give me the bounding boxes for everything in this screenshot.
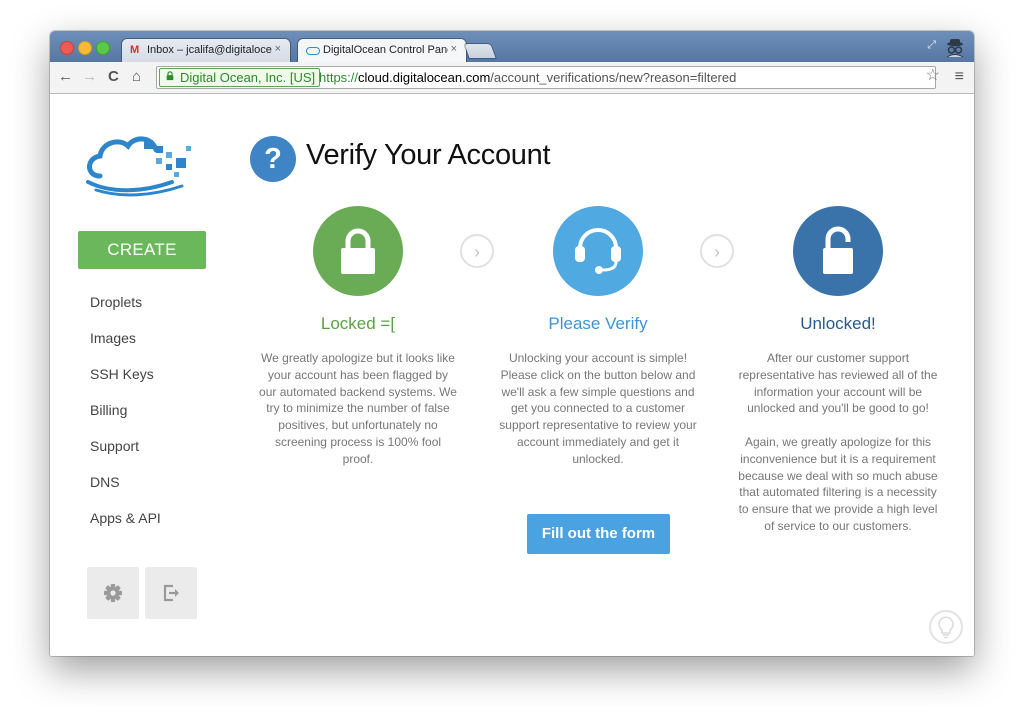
step-description: We greatly apologize but it looks like y… xyxy=(258,350,458,468)
tab-inbox[interactable]: M Inbox – jcalifa@digitalocean × xyxy=(122,39,290,62)
ev-organization-label: Digital Ocean, Inc. [US] xyxy=(180,70,316,85)
step-description: After our customer support representativ… xyxy=(738,350,938,535)
incognito-icon xyxy=(946,39,964,58)
home-icon[interactable]: ⌂ xyxy=(132,68,141,86)
question-icon: ? xyxy=(250,136,296,182)
url-host: cloud.digitalocean.com xyxy=(358,70,491,85)
page-title: Verify Your Account xyxy=(306,139,551,171)
window-minimize-button[interactable] xyxy=(78,41,92,55)
tab-close-icon[interactable]: × xyxy=(451,43,457,55)
sidebar-nav: Droplets Images SSH Keys Billing Support… xyxy=(90,294,161,546)
sidebar-item-billing[interactable]: Billing xyxy=(90,402,161,438)
new-tab-button[interactable] xyxy=(464,44,496,58)
sidebar-item-ssh-keys[interactable]: SSH Keys xyxy=(90,366,161,402)
verify-circle xyxy=(553,206,643,296)
fullscreen-icon[interactable]: ⤢ xyxy=(927,39,936,52)
tips-button[interactable] xyxy=(929,610,963,644)
step-locked: Locked =[ We greatly apologize but it lo… xyxy=(258,206,458,484)
gmail-icon: M xyxy=(130,44,140,56)
sidebar-item-images[interactable]: Images xyxy=(90,330,161,366)
tab-close-icon[interactable]: × xyxy=(275,43,281,55)
create-button[interactable]: CREATE xyxy=(78,231,206,269)
ev-certificate-badge[interactable]: Digital Ocean, Inc. [US] xyxy=(159,68,321,87)
url-text[interactable]: https://cloud.digitalocean.com/account_v… xyxy=(319,68,736,87)
digitalocean-cloud-icon xyxy=(306,47,320,55)
lightbulb-icon xyxy=(938,616,954,639)
url-scheme: https:// xyxy=(319,70,359,85)
locked-circle xyxy=(313,206,403,296)
tab-strip: M Inbox – jcalifa@digitalocean × Digital… xyxy=(50,31,974,62)
unlocked-circle xyxy=(793,206,883,296)
logout-button[interactable] xyxy=(145,567,197,619)
step-paragraph: Unlocking your account is simple! Please… xyxy=(499,351,697,466)
digitalocean-logo[interactable] xyxy=(82,128,202,198)
sidebar-item-dns[interactable]: DNS xyxy=(90,474,161,510)
chevron-right-icon: › xyxy=(460,234,494,268)
window-zoom-button[interactable] xyxy=(96,41,110,55)
address-bar[interactable]: Digital Ocean, Inc. [US] https://cloud.d… xyxy=(156,66,936,89)
tab-digitalocean-control-panel[interactable]: DigitalOcean Control Panel × xyxy=(298,39,466,62)
reload-icon[interactable]: C xyxy=(108,68,119,86)
gear-icon xyxy=(104,584,122,602)
sidebar-item-apps-api[interactable]: Apps & API xyxy=(90,510,161,546)
tab-title: DigitalOcean Control Panel xyxy=(323,44,448,56)
step-verify: Please Verify Unlocking your account is … xyxy=(498,206,698,484)
step-title: Please Verify xyxy=(548,314,648,333)
step-unlocked: Unlocked! After our customer support rep… xyxy=(738,206,938,552)
url-path: /account_verifications/new?reason=filter… xyxy=(490,70,737,85)
chevron-right-icon: › xyxy=(700,234,734,268)
step-paragraph: After our customer support representativ… xyxy=(738,351,938,416)
step-paragraph: Again, we greatly apologize for this inc… xyxy=(738,434,938,533)
tab-title: Inbox – jcalifa@digitalocean xyxy=(147,44,272,56)
bookmark-star-icon[interactable]: ☆ xyxy=(926,67,940,85)
lock-icon xyxy=(166,71,174,81)
step-title: Locked =[ xyxy=(320,314,396,333)
padlock-locked-icon xyxy=(341,228,375,274)
settings-button[interactable] xyxy=(87,567,139,619)
headset-icon xyxy=(575,228,621,274)
fill-out-form-button[interactable]: Fill out the form xyxy=(527,514,670,554)
back-arrow-icon[interactable]: ← xyxy=(58,68,73,86)
padlock-unlocked-icon xyxy=(823,226,853,274)
sidebar-item-droplets[interactable]: Droplets xyxy=(90,294,161,330)
step-title: Unlocked! xyxy=(800,314,876,333)
browser-window: M Inbox – jcalifa@digitalocean × Digital… xyxy=(50,31,974,656)
browser-menu-icon[interactable]: ≡ xyxy=(955,68,964,86)
window-close-button[interactable] xyxy=(60,41,74,55)
logout-icon xyxy=(163,584,179,602)
forward-arrow-icon[interactable]: → xyxy=(82,68,97,86)
step-description: Unlocking your account is simple! Please… xyxy=(498,350,698,468)
page-content: CREATE Droplets Images SSH Keys Billing … xyxy=(50,94,974,656)
browser-toolbar: ← → C ⌂ Digital Ocean, Inc. [US] https:/… xyxy=(50,62,974,94)
sidebar-item-support[interactable]: Support xyxy=(90,438,161,474)
step-paragraph: We greatly apologize but it looks like y… xyxy=(259,351,457,466)
